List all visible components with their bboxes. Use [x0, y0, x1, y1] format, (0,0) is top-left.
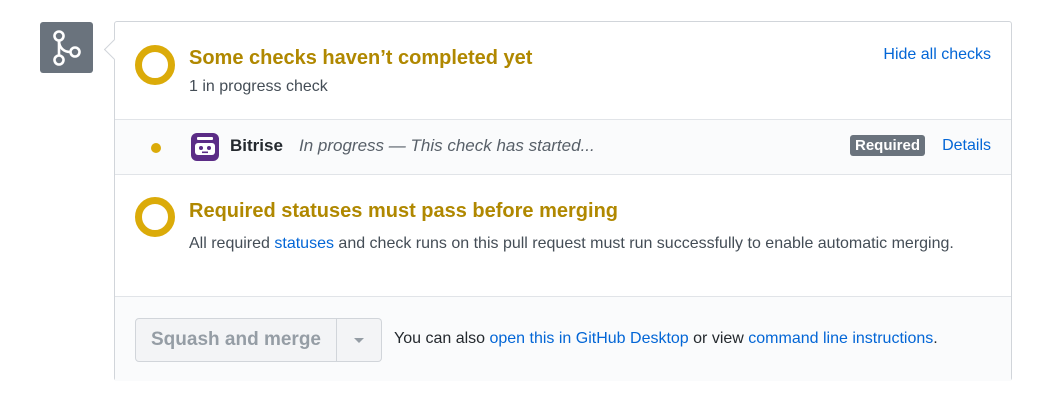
check-app-name: Bitrise: [230, 136, 283, 155]
also-prefix: You can also: [394, 330, 490, 347]
period-text: .: [933, 330, 938, 347]
or-view-text: or view: [688, 330, 749, 347]
squash-and-merge-button[interactable]: Squash and merge: [135, 318, 337, 362]
required-statuses-title: Required statuses must pass before mergi…: [189, 200, 619, 222]
checks-summary-section: Some checks haven’t completed yet 1 in p…: [115, 22, 1011, 119]
merge-actions-section: Squash and merge You can also open this …: [115, 296, 1011, 381]
pending-ring-icon: [135, 197, 175, 237]
merge-status-panel: Some checks haven’t completed yet 1 in p…: [103, 21, 1012, 381]
merge-method-dropdown-button[interactable]: [337, 318, 382, 362]
checks-summary-subtitle: 1 in progress check: [189, 78, 328, 95]
required-statuses-description: All required statuses and check runs on …: [189, 231, 999, 256]
bitrise-logo-icon: [191, 133, 219, 161]
caret-down-icon: [354, 337, 364, 343]
check-description: In progress — This check has started...: [299, 136, 595, 155]
hide-all-checks-link[interactable]: Hide all checks: [883, 46, 991, 64]
git-merge-icon: [40, 22, 93, 73]
desc-text-after: and check runs on this pull request must…: [333, 235, 954, 252]
pending-dot-icon: [151, 143, 161, 153]
required-statuses-section: Required statuses must pass before mergi…: [115, 175, 1011, 296]
details-link[interactable]: Details: [942, 137, 991, 155]
statuses-link[interactable]: statuses: [274, 235, 334, 252]
checks-summary-title: Some checks haven’t completed yet: [189, 47, 533, 69]
merge-alternatives-text: You can also open this in GitHub Desktop…: [394, 330, 938, 348]
required-badge: Required: [850, 135, 926, 156]
open-in-github-desktop-link[interactable]: open this in GitHub Desktop: [489, 330, 688, 347]
merge-button-group: Squash and merge: [135, 318, 382, 362]
pending-ring-icon: [135, 45, 175, 85]
desc-text-before: All required: [189, 235, 275, 252]
command-line-instructions-link[interactable]: command line instructions: [748, 330, 933, 347]
check-row: Bitrise In progress — This check has sta…: [115, 119, 1011, 175]
